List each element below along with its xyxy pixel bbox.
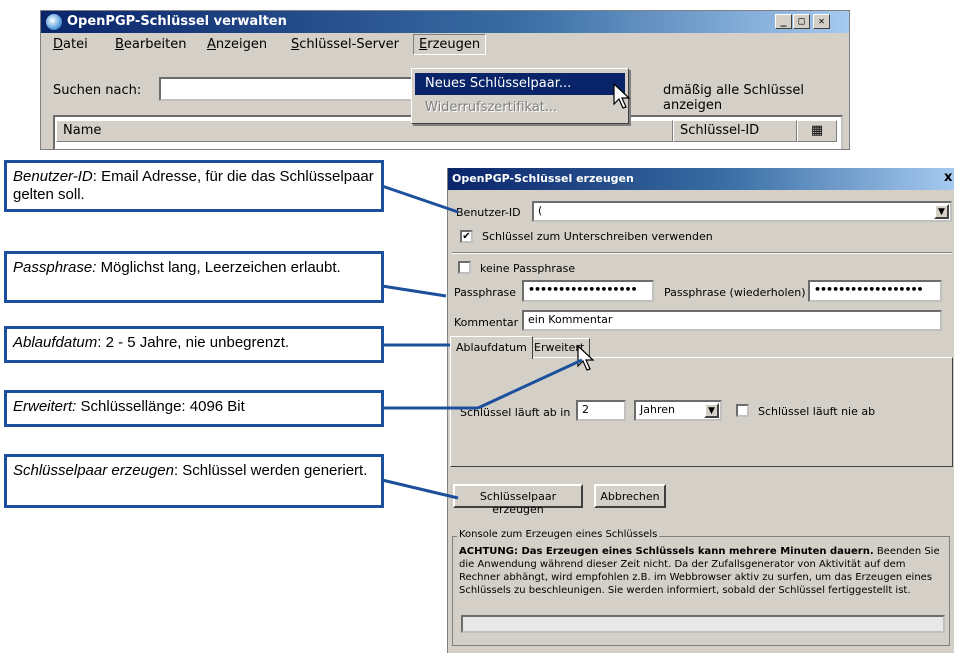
callout-term: Erweitert: [13,398,77,415]
callout-term: Benutzer-ID [13,168,93,185]
callout-term: Ablaufdatum [13,334,98,351]
callout-text: Schlüssel werden generiert. [182,462,368,479]
callout-term: Schlüsselpaar erzeugen [13,462,174,479]
callout-user-id: Benutzer-ID: Email Adresse, für die das … [4,160,384,212]
tab-ablaufdatum[interactable]: Ablaufdatum [450,336,533,359]
callout-term: Passphrase: [13,259,97,276]
callout-passphrase: Passphrase: Möglichst lang, Leerzeichen … [4,251,384,303]
callout-advanced: Erweitert: Schlüssellänge: 4096 Bit [4,390,384,427]
callout-text: 2 - 5 Jahre, nie unbegrenzt. [105,334,290,351]
callout-text: Schlüssellänge: 4096 Bit [80,398,245,415]
callout-text: Möglichst lang, Leerzeichen erlaubt. [100,259,341,276]
callout-expiry: Ablaufdatum: 2 - 5 Jahre, nie unbegrenzt… [4,326,384,363]
callout-generate: Schlüsselpaar erzeugen: Schlüssel werden… [4,454,384,508]
